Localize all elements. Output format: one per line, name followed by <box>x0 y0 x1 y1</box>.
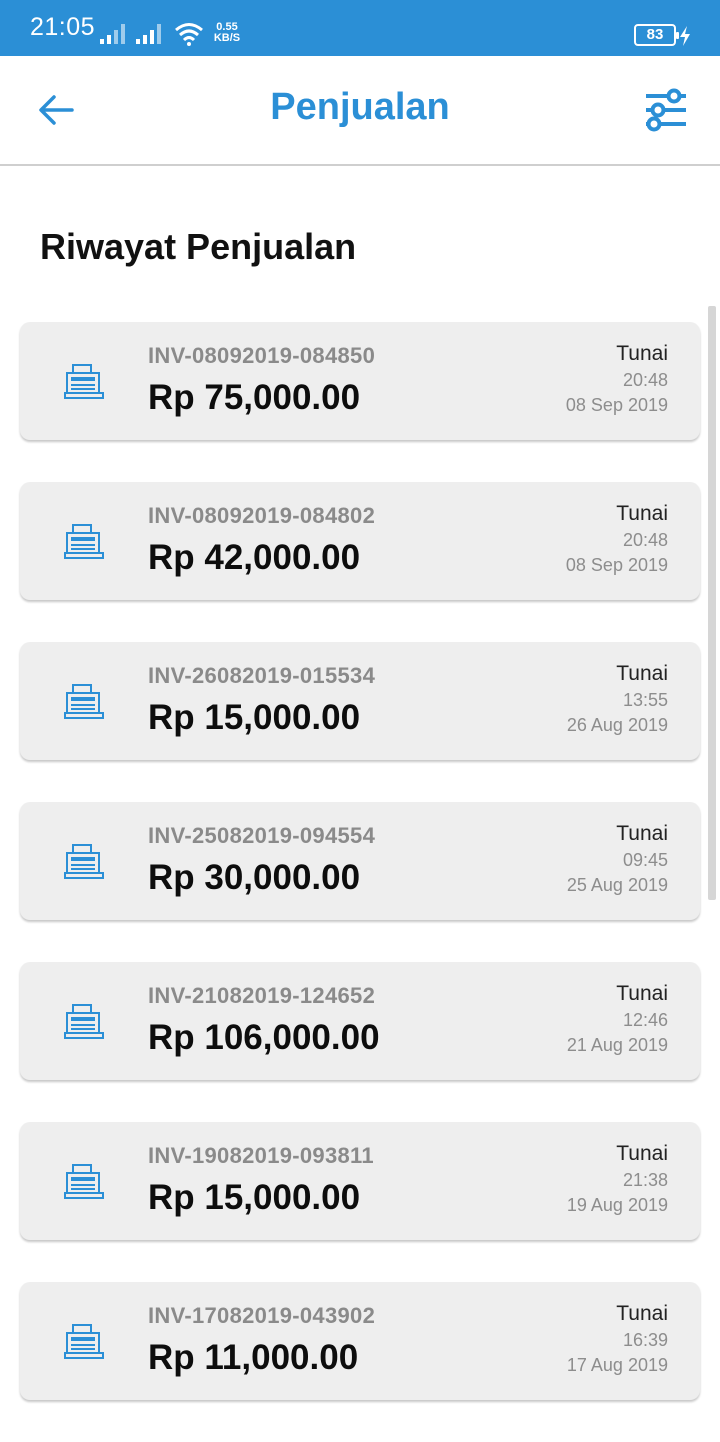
invoice-number: INV-25082019-094554 <box>148 823 376 848</box>
sale-amount: Rp 11,000.00 <box>148 1338 359 1377</box>
sale-card[interactable]: INV-21082019-124652 Rp 106,000.00 Tunai … <box>20 962 700 1080</box>
invoice-number: INV-08092019-084802 <box>148 503 376 528</box>
sale-card[interactable]: INV-25082019-094554 Rp 30,000.00 Tunai 0… <box>20 802 700 920</box>
sale-amount: Rp 75,000.00 <box>148 378 361 417</box>
sale-card[interactable]: INV-26082019-015534 Rp 15,000.00 Tunai 1… <box>20 642 700 760</box>
cash-register-icon <box>64 1004 104 1039</box>
sale-time: 09:45 <box>622 850 668 870</box>
cash-register-icon <box>64 524 104 559</box>
payment-method: Tunai <box>616 1302 668 1325</box>
sale-time: 16:39 <box>622 1330 668 1350</box>
sale-time: 12:46 <box>622 1010 668 1030</box>
payment-method: Tunai <box>616 342 668 365</box>
sale-amount: Rp 42,000.00 <box>148 538 361 577</box>
invoice-number: INV-08092019-084850 <box>148 343 376 368</box>
sale-card[interactable]: INV-08092019-084802 Rp 42,000.00 Tunai 2… <box>20 482 700 600</box>
page-title: Penjualan <box>270 86 450 128</box>
sliders-icon[interactable] <box>644 88 688 132</box>
payment-method: Tunai <box>616 1142 668 1165</box>
sale-amount: Rp 15,000.00 <box>148 1178 361 1217</box>
sale-date: 08 Sep 2019 <box>565 555 668 575</box>
net-speed: 0.55 KB/S <box>210 22 244 44</box>
sale-card[interactable]: INV-08092019-084850 Rp 75,000.00 Tunai 2… <box>20 322 700 440</box>
sale-time: 20:48 <box>622 530 668 550</box>
cash-register-icon <box>64 844 104 879</box>
cash-register-icon <box>64 364 104 399</box>
invoice-number: INV-17082019-043902 <box>148 1303 376 1328</box>
sale-time: 13:55 <box>622 690 668 710</box>
sale-amount: Rp 30,000.00 <box>148 858 361 897</box>
wifi-icon <box>175 23 203 46</box>
payment-method: Tunai <box>616 662 668 685</box>
app-bar: Penjualan <box>0 56 720 166</box>
sale-date: 08 Sep 2019 <box>565 395 668 415</box>
charging-bolt-icon <box>680 26 690 46</box>
signal-icon <box>100 24 125 44</box>
sale-date: 25 Aug 2019 <box>566 875 668 895</box>
sale-card[interactable]: INV-19082019-093811 Rp 15,000.00 Tunai 2… <box>20 1122 700 1240</box>
sale-amount: Rp 15,000.00 <box>148 698 361 737</box>
invoice-number: INV-19082019-093811 <box>148 1143 374 1168</box>
sale-date: 21 Aug 2019 <box>566 1035 668 1055</box>
sale-date: 26 Aug 2019 <box>566 715 668 735</box>
battery-level: 83 <box>646 26 664 43</box>
status-bar: 21:05 0.55 KB/S 83 <box>0 0 720 56</box>
sale-date: 19 Aug 2019 <box>566 1195 668 1215</box>
sale-date: 17 Aug 2019 <box>566 1355 668 1375</box>
payment-method: Tunai <box>616 822 668 845</box>
cash-register-icon <box>64 1324 104 1359</box>
section-title: Riwayat Penjualan <box>40 226 357 267</box>
net-speed-unit: KB/S <box>213 32 241 44</box>
payment-method: Tunai <box>616 502 668 525</box>
invoice-number: INV-21082019-124652 <box>148 983 376 1008</box>
sale-amount: Rp 106,000.00 <box>148 1018 380 1057</box>
cash-register-icon <box>64 684 104 719</box>
payment-method: Tunai <box>616 982 668 1005</box>
scrollbar[interactable] <box>708 306 716 900</box>
cash-register-icon <box>64 1164 104 1199</box>
signal-icon <box>136 24 161 44</box>
sales-history-list: INV-08092019-084850 Rp 75,000.00 Tunai 2… <box>20 322 700 1442</box>
invoice-number: INV-26082019-015534 <box>148 663 376 688</box>
sale-time: 20:48 <box>622 370 668 390</box>
sale-time: 21:38 <box>622 1170 668 1190</box>
battery-indicator: 83 <box>634 24 679 46</box>
sale-card[interactable]: INV-17082019-043902 Rp 11,000.00 Tunai 1… <box>20 1282 700 1400</box>
status-time: 21:05 <box>30 13 96 41</box>
